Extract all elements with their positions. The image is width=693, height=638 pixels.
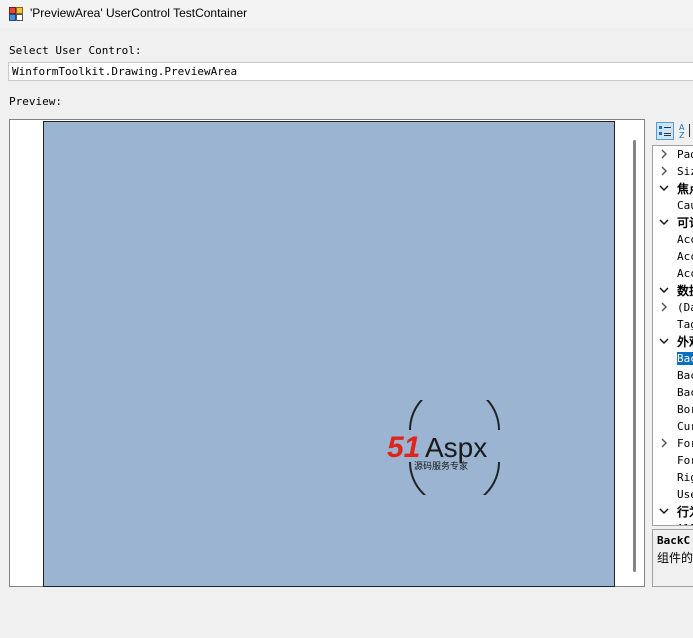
chevron-right-icon[interactable] — [659, 149, 669, 159]
window-title: 'PreviewArea' UserControl TestContainer — [30, 6, 248, 20]
property-row[interactable]: Tag — [653, 316, 693, 333]
categorized-view-button[interactable] — [656, 122, 674, 140]
property-description-title: BackC — [657, 534, 691, 547]
preview-label: Preview: — [9, 95, 62, 108]
property-row-label: Tag — [677, 318, 693, 331]
property-row[interactable]: Cau — [653, 197, 693, 214]
preview-vertical-scrollbar[interactable] — [633, 140, 636, 572]
watermark-tagline: 源码服务专家 — [414, 460, 468, 472]
property-row-label: Bac — [677, 369, 693, 382]
property-category-row[interactable]: 行为 — [653, 503, 693, 520]
preview-area[interactable] — [43, 121, 615, 587]
user-control-select[interactable]: WinformToolkit.Drawing.PreviewArea — [8, 62, 693, 81]
select-user-control-label: Select User Control: — [9, 44, 142, 57]
property-row[interactable]: For — [653, 452, 693, 469]
sort-az-icon: A Z — [679, 123, 690, 140]
property-row[interactable]: Bor — [653, 401, 693, 418]
property-row[interactable]: Use — [653, 486, 693, 503]
chevron-down-icon[interactable] — [659, 336, 669, 346]
property-row-label: 外观 — [677, 335, 693, 349]
property-row-label: 可访 — [677, 216, 693, 230]
categorized-icon — [659, 126, 671, 136]
property-row-label: 数据 — [677, 284, 693, 298]
property-row[interactable]: Acc — [653, 265, 693, 282]
chevron-down-icon[interactable] — [659, 183, 669, 193]
property-row[interactable]: For — [653, 435, 693, 452]
property-row[interactable]: Acc — [653, 248, 693, 265]
property-category-row[interactable]: 焦点 — [653, 180, 693, 197]
property-row[interactable]: Acc — [653, 231, 693, 248]
svg-text:Z: Z — [679, 131, 685, 140]
property-row-label: Acc — [677, 250, 693, 263]
property-description-text: 组件的 — [657, 551, 693, 565]
property-row-label: Cau — [677, 199, 693, 212]
chevron-down-icon[interactable] — [659, 217, 669, 227]
property-row[interactable]: Rig — [653, 469, 693, 486]
property-row-label: Use — [677, 488, 693, 501]
property-row-label: Rig — [677, 471, 693, 484]
property-row-label: For — [677, 437, 693, 450]
user-control-select-value: WinformToolkit.Drawing.PreviewArea — [12, 65, 238, 78]
property-row[interactable]: All — [653, 520, 693, 525]
property-category-row[interactable]: 数据 — [653, 282, 693, 299]
property-row-label: Acc — [677, 267, 693, 280]
property-grid[interactable]: Pad Siz 焦点 Cau 可访 Acc Acc Acc 数据 (Da Tag 外观 Bac Bac Ba… — [652, 145, 693, 526]
property-row-label: Cur — [677, 420, 693, 433]
chevron-down-icon[interactable] — [659, 285, 669, 295]
chevron-right-icon[interactable] — [659, 438, 669, 448]
property-row-label: Bor — [677, 403, 693, 416]
app-icon — [9, 7, 23, 21]
chevron-right-icon[interactable] — [659, 302, 669, 312]
property-row[interactable]: Cur — [653, 418, 693, 435]
title-bar: 'PreviewArea' UserControl TestContainer — [0, 0, 693, 28]
property-row-label: Siz — [677, 165, 693, 178]
property-row[interactable]: (Da — [653, 299, 693, 316]
watermark-logo: 51 Aspx 源码服务专家 — [387, 400, 500, 495]
property-row-label: Acc — [677, 233, 693, 246]
property-description-pane: BackC 组件的 — [652, 529, 693, 587]
property-category-row[interactable]: 外观 — [653, 333, 693, 350]
watermark-brand-num: 51 — [387, 431, 420, 464]
property-row-label: Bac — [677, 352, 693, 365]
property-row[interactable]: Bac — [653, 367, 693, 384]
watermark-brand-text: Aspx — [425, 432, 487, 463]
property-row-label: 焦点 — [677, 182, 693, 196]
property-row-label: 行为 — [677, 505, 693, 519]
watermark-ring — [409, 400, 500, 431]
chevron-right-icon[interactable] — [659, 166, 669, 176]
property-row-label: All — [677, 522, 693, 525]
property-row-label: (Da — [677, 301, 693, 314]
alphabetical-view-button[interactable]: A Z — [678, 122, 693, 140]
chevron-down-icon[interactable] — [659, 506, 669, 516]
property-row[interactable]: Pad — [653, 146, 693, 163]
property-row-label: Bac — [677, 386, 693, 399]
property-row[interactable]: Bac — [653, 384, 693, 401]
property-row[interactable]: Siz — [653, 163, 693, 180]
property-category-row[interactable]: 可访 — [653, 214, 693, 231]
property-row[interactable]: Bac — [653, 350, 693, 367]
property-row-label: Pad — [677, 148, 693, 161]
property-row-label: For — [677, 454, 693, 467]
